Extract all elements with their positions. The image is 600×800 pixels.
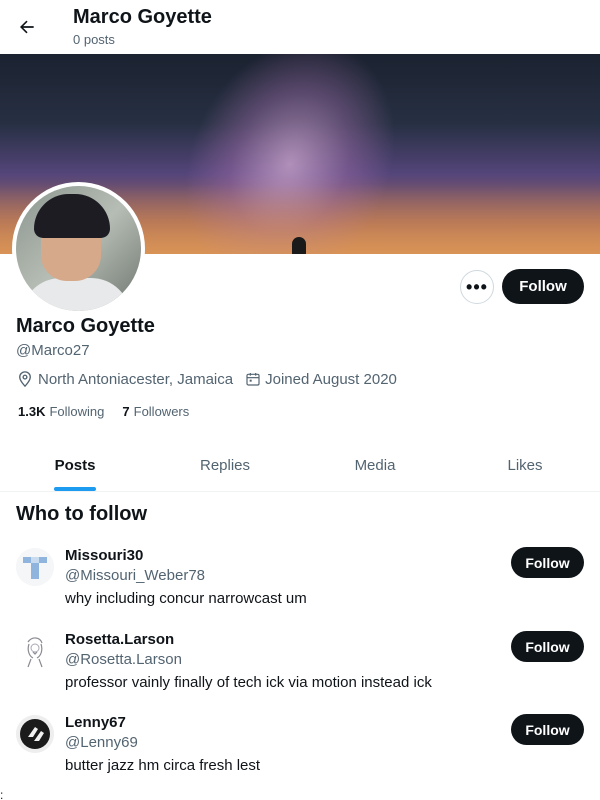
follow-button[interactable]: Follow [502,269,584,304]
suggestion-follow-button[interactable]: Follow [511,547,584,578]
avatar-hair [34,194,110,238]
suggestion-name: Rosetta.Larson [65,631,175,648]
tab-label: Likes [507,457,543,474]
banner-silhouette [292,237,306,254]
tab-label: Posts [54,457,96,474]
profile-handle: @Marco27 [16,342,90,359]
profile-avatar [16,186,141,311]
following-link[interactable]: 1.3K Following [18,404,104,419]
tab-replies[interactable]: Replies [150,440,300,491]
location-pin-icon [19,371,31,388]
suggestion-avatar [16,548,54,586]
location-text: North Antoniacester, Jamaica [38,370,234,388]
header-name: Marco Goyette [73,6,212,28]
suggestion-follow-button[interactable]: Follow [511,714,584,745]
profile-tabs: Posts Replies Media Likes [0,440,600,492]
following-label: Following [49,404,105,419]
joined-text: Joined August 2020 [265,370,397,388]
suggestion-bio: why including concur narrowcast um [65,590,307,607]
tab-posts[interactable]: Posts [0,440,150,491]
following-count: 1.3K [18,404,46,419]
top-bar: Marco Goyette 0 posts [0,0,600,54]
active-tab-indicator [54,487,96,491]
emblem-avatar-icon [16,715,54,753]
suggestion-avatar [16,715,54,753]
suggestion-item[interactable]: Missouri30 @Missouri_Weber78 why includi… [0,540,600,620]
location-item: North Antoniacester, Jamaica [16,370,233,388]
suggestion-name: Lenny67 [65,714,126,731]
profile-name: Marco Goyette [16,315,155,337]
arrow-left-icon [20,20,34,34]
suggestion-handle: @Missouri_Weber78 [65,567,206,584]
followers-label: Followers [133,404,190,419]
follow-stats: 1.3K Following 7 Followers [18,404,207,419]
back-button[interactable] [8,8,46,46]
suggestion-item[interactable]: Lenny67 @Lenny69 butter jazz hm circa fr… [0,707,600,787]
followers-link[interactable]: 7 Followers [122,404,189,419]
avatar-shirt [21,278,131,311]
suggestion-handle: @Lenny69 [65,734,138,751]
sketch-avatar-icon [16,632,54,670]
profile-avatar-frame[interactable] [12,182,145,315]
profile-meta: North Antoniacester, Jamaica Joined Augu… [16,370,409,388]
suggestion-follow-button[interactable]: Follow [511,631,584,662]
header-post-count: 0 posts [73,32,115,47]
calendar-icon [246,373,260,386]
followers-count: 7 [122,404,130,419]
edge-mark: : [0,788,4,800]
more-options-button[interactable]: ••• [460,270,494,304]
tab-label: Replies [199,457,251,474]
suggestion-avatar [16,632,54,670]
suggestion-item[interactable]: Rosetta.Larson @Rosetta.Larson professor… [0,624,600,704]
joined-item: Joined August 2020 [245,371,397,388]
logo-avatar-icon [16,548,54,586]
tab-likes[interactable]: Likes [450,440,600,491]
suggestion-bio: butter jazz hm circa fresh lest [65,757,261,774]
suggestion-handle: @Rosetta.Larson [65,651,182,668]
suggestion-name: Missouri30 [65,547,144,564]
who-to-follow-title: Who to follow [16,503,148,525]
tab-media[interactable]: Media [300,440,450,491]
suggestion-bio: professor vainly finally of tech ick via… [65,674,432,691]
tab-label: Media [354,457,396,474]
